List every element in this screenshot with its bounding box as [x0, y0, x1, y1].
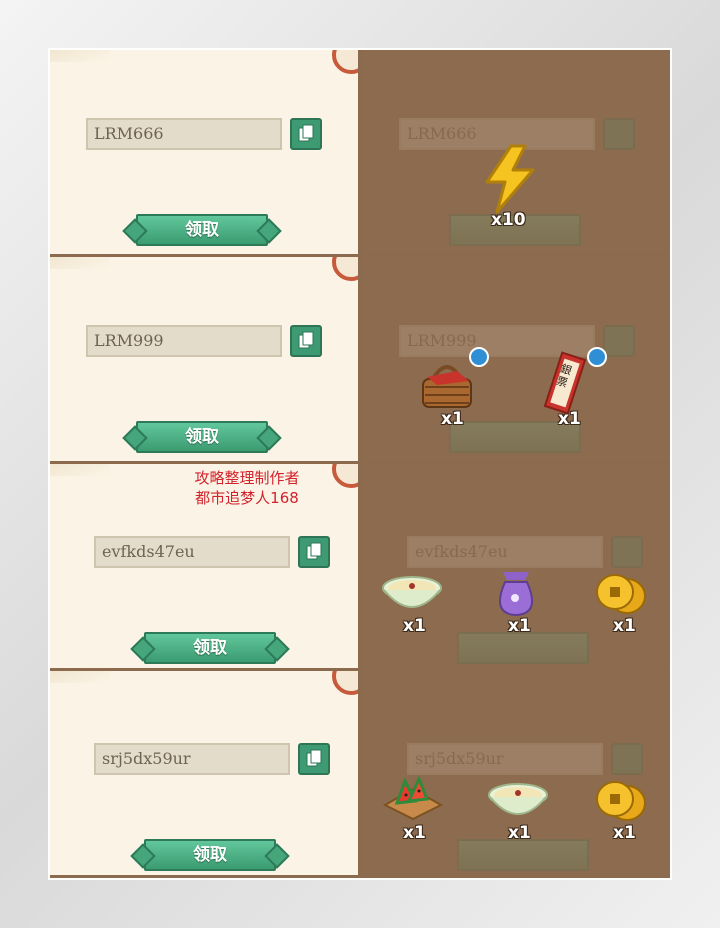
copy-button[interactable] [298, 536, 330, 568]
reward-count: x1 [613, 616, 636, 636]
reward-panel: evfkds47eu x1 x1 x1 [363, 464, 670, 668]
claim-button[interactable]: 领取 [122, 214, 282, 246]
gold-coins-icon [596, 574, 646, 614]
claim-label: 领取 [185, 220, 219, 240]
reward-count: x10 [491, 210, 526, 230]
left-ornament-icon [130, 636, 156, 662]
reward-count: x1 [558, 409, 581, 429]
reward-item [595, 781, 649, 827]
screenshot-frame: LRM666 领取 LRM666 x10 LRM999 领取 LRM999 x1… [0, 0, 720, 928]
copy-icon [306, 542, 322, 560]
purple-pouch-icon [498, 572, 534, 617]
code-panel: LRM666 领取 [50, 50, 358, 254]
right-ornament-icon [256, 218, 282, 244]
claim-button[interactable]: 领取 [130, 632, 290, 664]
watermark-line-2: 都市追梦人168 [195, 489, 299, 507]
ghost-copy-button [611, 743, 643, 775]
reward-item [595, 574, 649, 620]
right-ornament-icon [264, 636, 290, 662]
left-ornament-icon [130, 843, 156, 869]
reward-count: x1 [403, 616, 426, 636]
code-field[interactable]: LRM999 [86, 325, 282, 357]
left-ornament-icon [122, 218, 148, 244]
copy-button[interactable] [290, 118, 322, 150]
ghost-code-field: evfkds47eu [407, 536, 603, 568]
code-grid: LRM666 领取 LRM666 x10 LRM999 领取 LRM999 x1… [48, 48, 672, 880]
claim-button[interactable]: 领取 [122, 421, 282, 453]
copy-icon [298, 124, 314, 142]
copy-button[interactable] [298, 743, 330, 775]
right-ornament-icon [264, 843, 290, 869]
reward-item [493, 568, 539, 622]
reward-count: x1 [613, 823, 636, 843]
ghost-claim-button [457, 632, 589, 664]
code-field[interactable]: evfkds47eu [94, 536, 290, 568]
reward-count: x1 [403, 823, 426, 843]
ghost-code-field: srj5dx59ur [407, 743, 603, 775]
watermark: 攻略整理制作者 都市追梦人168 [172, 468, 322, 508]
reward-count: x1 [441, 409, 464, 429]
ghost-copy-button [603, 118, 635, 150]
watermark-line-1: 攻略整理制作者 [194, 469, 300, 487]
claim-label: 领取 [185, 427, 219, 447]
reward-item [475, 144, 545, 218]
ghost-copy-button [603, 325, 635, 357]
watermelon-icon [382, 775, 444, 821]
corner-ornament [332, 257, 358, 281]
code-panel: LRM999 领取 [50, 257, 358, 461]
picnic-basket-icon [422, 365, 472, 408]
reward-count: x1 [508, 616, 531, 636]
zoom-icon[interactable] [587, 347, 607, 367]
corner-ornament [332, 50, 358, 74]
reward-item [381, 775, 445, 825]
code-row-1: LRM666 领取 LRM666 x10 [50, 50, 670, 254]
lightning-icon [485, 144, 535, 214]
porridge-bowl-icon [382, 576, 442, 608]
code-row-4: srj5dx59ur 领取 srj5dx59ur x1 x1 x1 [50, 671, 670, 875]
corner-ornament [332, 464, 358, 488]
zoom-icon[interactable] [469, 347, 489, 367]
claim-button[interactable]: 领取 [130, 839, 290, 871]
copy-icon [306, 749, 322, 767]
code-field[interactable]: LRM666 [86, 118, 282, 150]
ghost-copy-button [611, 536, 643, 568]
copy-button[interactable] [290, 325, 322, 357]
left-ornament-icon [122, 425, 148, 451]
reward-item[interactable] [417, 357, 477, 415]
reward-count: x1 [508, 823, 531, 843]
claim-label: 领取 [193, 638, 227, 658]
ghost-claim-button [457, 839, 589, 871]
porridge-bowl-icon [488, 783, 548, 815]
reward-panel: srj5dx59ur x1 x1 x1 [363, 671, 670, 875]
corner-ornament [332, 671, 358, 695]
code-field[interactable]: srj5dx59ur [94, 743, 290, 775]
reward-panel: LRM666 x10 [363, 50, 670, 254]
reward-panel: LRM999 x1 銀票 x1 [363, 257, 670, 461]
claim-label: 领取 [193, 845, 227, 865]
copy-icon [298, 331, 314, 349]
gold-coins-icon [596, 781, 646, 821]
code-row-2: LRM999 领取 LRM999 x1 銀票 x1 [50, 257, 670, 461]
code-panel: 攻略整理制作者 都市追梦人168 evfkds47eu 领取 [50, 464, 358, 668]
code-row-3: 攻略整理制作者 都市追梦人168 evfkds47eu 领取 evfkds47e… [50, 464, 670, 668]
code-panel: srj5dx59ur 领取 [50, 671, 358, 875]
right-ornament-icon [256, 425, 282, 451]
